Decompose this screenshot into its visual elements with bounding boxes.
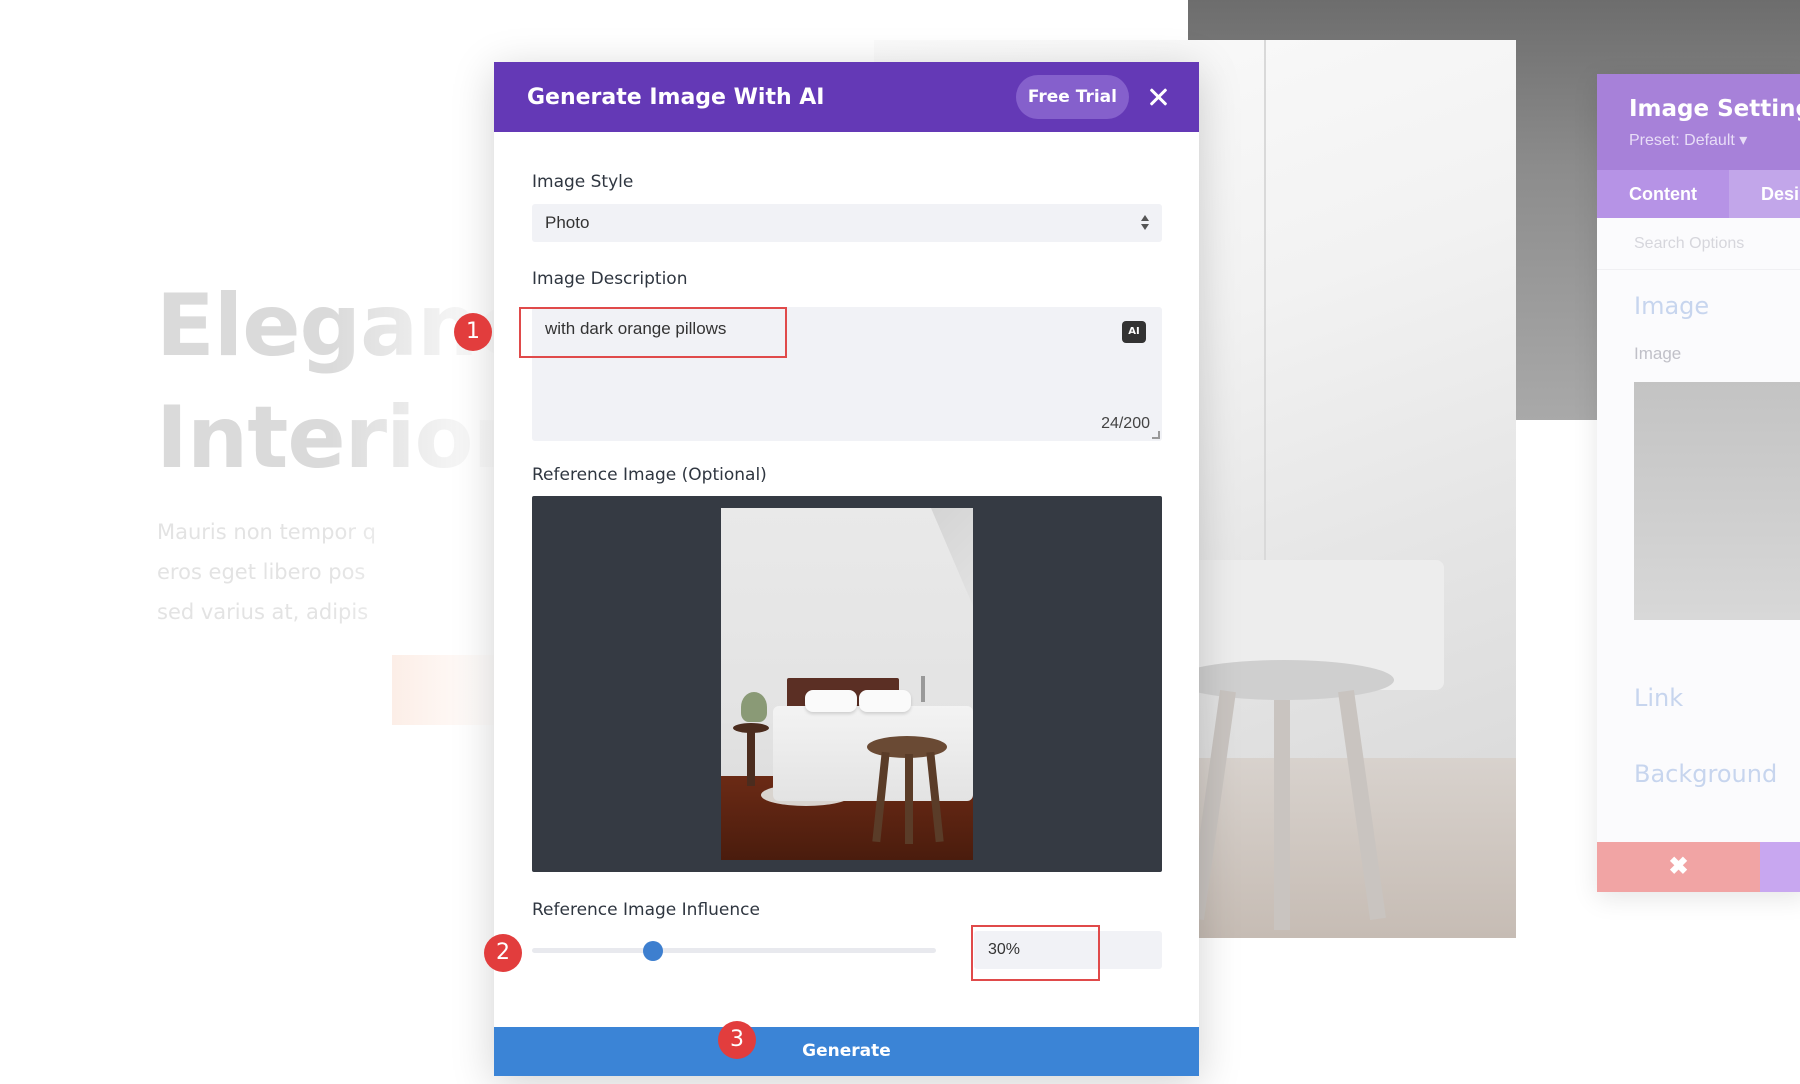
annotation-step-badge: 2 [484, 934, 522, 972]
ref-lamp [921, 676, 925, 702]
ai-assist-icon[interactable]: AI [1122, 321, 1146, 343]
reference-image-thumbnail [721, 508, 973, 860]
influence-label: Reference Image Influence [532, 900, 760, 920]
settings-header: Image Settings Preset: Default ▾ [1597, 74, 1800, 170]
photo-stool [1174, 660, 1394, 700]
settings-title: Image Settings [1629, 96, 1800, 122]
settings-footer: ✖ [1597, 842, 1800, 892]
settings-tabs: Content Desi [1597, 170, 1800, 218]
cancel-button[interactable]: ✖ [1597, 842, 1760, 892]
modal-header: Generate Image With AI Free Trial [494, 62, 1199, 132]
image-style-label: Image Style [532, 172, 634, 192]
influence-slider-track[interactable] [532, 948, 936, 953]
annotation-step-badge: 1 [454, 313, 492, 351]
section-image[interactable]: Image [1597, 292, 1709, 320]
ref-bed [773, 706, 973, 801]
preset-dropdown[interactable]: Preset: Default ▾ [1629, 130, 1800, 150]
ref-nightstand-leg [747, 730, 755, 786]
generate-image-modal: Generate Image With AI Free Trial Image … [494, 62, 1199, 1076]
image-description-label: Image Description [532, 269, 688, 289]
image-style-select[interactable]: Photo [532, 204, 1162, 242]
section-background[interactable]: Background [1597, 760, 1777, 788]
search-options-input[interactable]: Search Options [1597, 218, 1800, 270]
image-settings-panel: Image Settings Preset: Default ▾ Content… [1597, 74, 1800, 892]
modal-title: Generate Image With AI [527, 84, 825, 110]
ref-pillow [805, 690, 857, 712]
annotation-highlight-description [519, 307, 787, 358]
image-style-value: Photo [545, 213, 590, 232]
select-arrows-icon [1140, 215, 1150, 231]
reference-image-dropzone[interactable] [532, 496, 1162, 872]
tab-design[interactable]: Desi [1729, 170, 1800, 218]
free-trial-button[interactable]: Free Trial [1015, 75, 1129, 119]
ref-plant [741, 692, 767, 722]
ref-stool-leg [905, 754, 913, 844]
influence-slider-handle[interactable] [643, 941, 664, 961]
annotation-highlight-influence [971, 925, 1100, 981]
annotation-step-badge: 3 [718, 1021, 756, 1059]
photo-wall-edge [1264, 40, 1266, 600]
image-field-label: Image [1634, 344, 1682, 363]
image-upload-preview[interactable] [1634, 382, 1800, 620]
save-button[interactable] [1760, 842, 1800, 892]
section-link[interactable]: Link [1597, 684, 1683, 712]
resize-handle-icon[interactable] [1152, 431, 1160, 439]
reference-image-label: Reference Image (Optional) [532, 465, 767, 485]
close-icon[interactable] [1145, 84, 1171, 110]
photo-stool-leg [1274, 700, 1290, 930]
ref-ceiling-slope [931, 508, 973, 648]
tab-content[interactable]: Content [1597, 170, 1729, 218]
generate-button[interactable]: Generate [494, 1027, 1199, 1076]
ref-pillow [859, 690, 911, 712]
character-count: 24/200 [1101, 415, 1150, 432]
background-accent-shape [392, 655, 502, 725]
